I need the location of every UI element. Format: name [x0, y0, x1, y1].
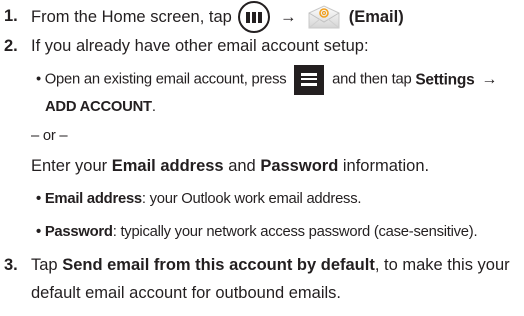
- bullet-term-password: Password: [44, 224, 113, 240]
- bullet-mid-text: and then tap: [332, 71, 412, 88]
- enter-info-line: Enter your Email address and Password in…: [31, 158, 429, 175]
- list-item: • Email address: your Outlook work email…: [36, 192, 361, 207]
- step-3: 3. Tap Send email from this account by d…: [0, 257, 524, 277]
- step-2-number: 2.: [4, 37, 18, 55]
- step-3-line-2: default email account for outbound email…: [31, 285, 341, 302]
- information-text: information.: [342, 157, 430, 175]
- step-2: 2. If you already have other email accou…: [0, 38, 524, 58]
- bullet-desc-password: : typically your network access password…: [112, 224, 478, 240]
- email-label: (Email): [348, 7, 404, 26]
- add-account-label: ADD ACCOUNT: [45, 99, 152, 115]
- apps-icon: [238, 1, 271, 33]
- email-icon: [307, 4, 341, 30]
- password-label: Password: [260, 157, 339, 175]
- bullet-mark: •: [36, 224, 41, 240]
- email-address-label: Email address: [111, 157, 224, 175]
- step-1-number: 1.: [4, 7, 18, 25]
- step-3-line-2-text: default email account for outbound email…: [31, 284, 342, 302]
- arrow-icon: →: [481, 71, 498, 88]
- enter-prefix: Enter your: [31, 157, 108, 175]
- step-2-text: If you already have other email account …: [31, 37, 369, 55]
- bullet-mark: •: [36, 191, 41, 207]
- settings-label: Settings: [415, 71, 475, 89]
- list-item: • Password: typically your network acces…: [36, 224, 478, 240]
- or-text: – or –: [31, 128, 68, 144]
- bullet-open-account-text: • Open an existing email account, press: [36, 71, 287, 88]
- step-1-text: From the Home screen, tap: [31, 7, 232, 26]
- add-account-line: ADD ACCOUNT.: [45, 100, 156, 115]
- or-separator: – or –: [31, 128, 68, 144]
- step-3-bold: Send email from this account by default: [62, 256, 375, 274]
- step-3-number: 3.: [4, 256, 18, 274]
- step-3-tap: Tap: [31, 256, 58, 274]
- step-2-bullet-open-account: • Open an existing email account, press …: [36, 65, 500, 95]
- step-3-rest: , to make this your: [374, 256, 510, 274]
- bullet-desc-email: : your Outlook work email address.: [141, 191, 362, 207]
- add-account-period: .: [151, 99, 156, 115]
- menu-icon: [294, 65, 325, 95]
- and-text: and: [228, 157, 256, 175]
- arrow-icon: →: [280, 7, 297, 26]
- bullet-term-email: Email address: [44, 191, 142, 207]
